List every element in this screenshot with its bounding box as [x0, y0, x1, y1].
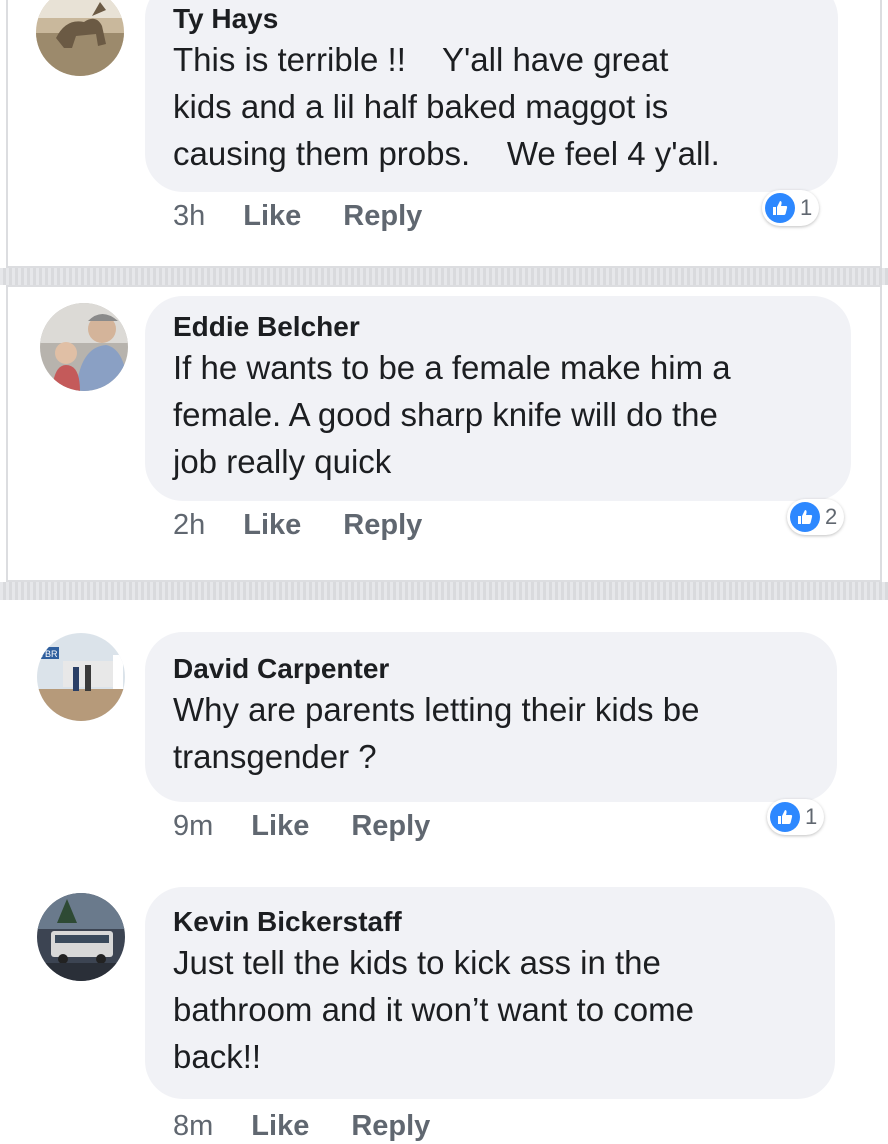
- comment-line: female. A good sharp knife will do the: [173, 396, 718, 433]
- reaction-count: 1: [805, 804, 818, 829]
- comment-bubble: David Carpenter Why are parents letting …: [145, 632, 837, 802]
- comment-timestamp[interactable]: 9m: [173, 810, 213, 843]
- reaction-badge[interactable]: 2: [787, 499, 845, 535]
- comment-bubble: Eddie Belcher If he wants to be a female…: [145, 296, 851, 501]
- comment-actions: 3h Like Reply: [173, 200, 422, 233]
- reply-button[interactable]: Reply: [343, 200, 422, 233]
- card-separator: [0, 582, 888, 600]
- man-with-child-avatar-icon[interactable]: [40, 303, 128, 391]
- commenter-name[interactable]: David Carpenter: [173, 632, 807, 686]
- comment-line: job really quick: [173, 443, 392, 480]
- comment-bubble: Kevin Bickerstaff Just tell the kids to …: [145, 887, 835, 1099]
- comment-line: transgender ?: [173, 738, 377, 775]
- thumbs-up-icon: [765, 193, 795, 223]
- reaction-badge[interactable]: 1: [767, 799, 825, 835]
- reply-button[interactable]: Reply: [343, 509, 422, 542]
- like-button[interactable]: Like: [251, 1110, 309, 1143]
- comment-line: If he wants to be a female make him a: [173, 349, 731, 386]
- reaction-count: 1: [800, 195, 813, 220]
- comment-actions: 8m Like Reply: [173, 1110, 430, 1143]
- comment-line: This is terrible !! Y'all have great: [173, 41, 669, 78]
- comment-actions: 9m Like Reply: [173, 810, 430, 843]
- comment-actions: 2h Like Reply: [173, 509, 422, 542]
- reaction-count: 2: [825, 504, 838, 529]
- thumbs-up-icon: [770, 802, 800, 832]
- commenter-name[interactable]: Kevin Bickerstaff: [173, 887, 805, 939]
- like-button[interactable]: Like: [251, 810, 309, 843]
- comment-bubble: Ty Hays This is terrible !! Y'all have g…: [145, 0, 838, 192]
- comment-timestamp[interactable]: 3h: [173, 200, 205, 233]
- comment-line: causing them probs. We feel 4 y'all.: [173, 135, 720, 172]
- comment-line: back!!: [173, 1038, 262, 1075]
- avatar-sign-text: YBR: [39, 649, 58, 659]
- commenter-name[interactable]: Eddie Belcher: [173, 296, 821, 344]
- reply-button[interactable]: Reply: [351, 1110, 430, 1143]
- reply-button[interactable]: Reply: [351, 810, 430, 843]
- comment-timestamp[interactable]: 2h: [173, 509, 205, 542]
- thumbs-up-icon: [790, 502, 820, 532]
- reaction-badge[interactable]: 1: [762, 190, 820, 226]
- comment-line: Just tell the kids to kick ass in the: [173, 944, 661, 981]
- bus-photo-avatar-icon[interactable]: [37, 893, 125, 981]
- comment-timestamp[interactable]: 8m: [173, 1110, 213, 1143]
- comment-line: bathroom and it won’t want to come: [173, 991, 694, 1028]
- like-button[interactable]: Like: [243, 509, 301, 542]
- card-separator: [0, 268, 888, 285]
- comment-line: Why are parents letting their kids be: [173, 691, 700, 728]
- comment-line: kids and a lil half baked maggot is: [173, 88, 669, 125]
- rodeo-photo-avatar-icon[interactable]: YBR: [37, 633, 125, 721]
- commenter-name[interactable]: Ty Hays: [173, 0, 808, 36]
- like-button[interactable]: Like: [243, 200, 301, 233]
